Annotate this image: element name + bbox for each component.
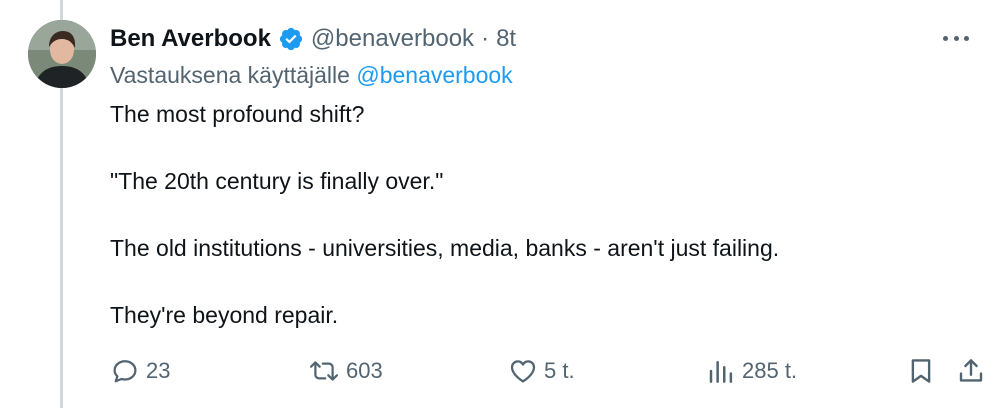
repost-button[interactable]: 603: [308, 353, 383, 389]
more-horizontal-icon: [964, 35, 969, 41]
avatar[interactable]: [28, 20, 96, 88]
repost-count: 603: [346, 358, 383, 383]
reply-context-prefix: Vastauksena käyttäjälle: [110, 62, 350, 88]
bookmark-button[interactable]: [906, 353, 936, 389]
share-button[interactable]: [956, 353, 986, 389]
heart-icon: [510, 360, 536, 383]
tweet-actions: 23 603 5 t. 285 t.: [108, 353, 988, 389]
bookmark-icon: [911, 359, 931, 383]
reply-bubble-icon: [113, 360, 137, 383]
tweet-paragraph: The most profound shift?: [110, 101, 365, 127]
views-button[interactable]: 285 t.: [706, 353, 797, 389]
tweet-header: Ben Averbook @benaverbook · 8t: [110, 22, 940, 56]
repost-icon: [309, 361, 339, 381]
share-icon: [959, 359, 983, 382]
tweet-paragraph: The old institutions - universities, med…: [110, 235, 780, 261]
views-chart-icon: [709, 361, 733, 383]
reply-count: 23: [146, 358, 171, 383]
tweet-timestamp[interactable]: 8t: [496, 22, 516, 56]
more-horizontal-icon: [953, 35, 959, 41]
author-display-name[interactable]: Ben Averbook: [110, 22, 271, 56]
more-options-button[interactable]: [940, 26, 972, 50]
reply-context: Vastauksena käyttäjälle @benaverbook: [110, 58, 513, 92]
reply-mention-link[interactable]: @benaverbook: [356, 62, 512, 88]
header-separator: ·: [481, 25, 490, 52]
more-horizontal-icon: [943, 35, 948, 41]
views-count: 285 t.: [742, 358, 798, 383]
tweet-paragraph: "The 20th century is finally over.": [110, 168, 444, 194]
tweet[interactable]: Ben Averbook @benaverbook · 8t Vastaukse…: [0, 0, 1000, 408]
verified-badge-icon[interactable]: [278, 26, 304, 52]
like-count: 5 t.: [544, 358, 575, 383]
author-handle[interactable]: @benaverbook: [311, 22, 474, 56]
reply-button[interactable]: 23: [110, 353, 170, 389]
like-button[interactable]: 5 t.: [508, 353, 575, 389]
tweet-text: The most profound shift? "The 20th centu…: [110, 98, 970, 331]
tweet-paragraph: They're beyond repair.: [110, 302, 339, 328]
